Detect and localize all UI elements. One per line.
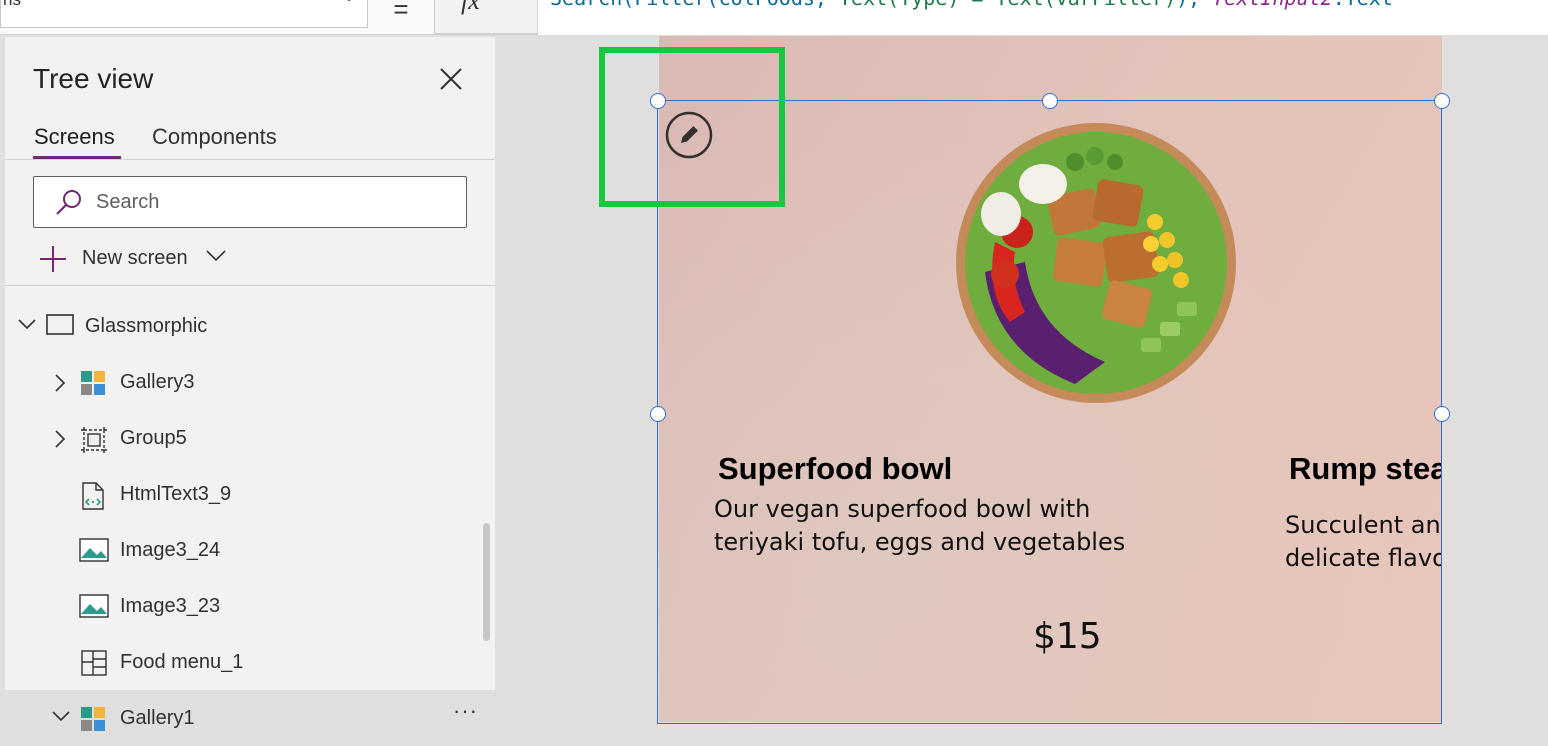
chevron-down-icon	[206, 250, 226, 262]
item-title: Rump steak	[1289, 451, 1442, 486]
fx-icon: fx	[461, 0, 480, 15]
formula-part: .Text	[1333, 0, 1393, 10]
close-icon	[440, 68, 462, 90]
resize-handle[interactable]	[1434, 93, 1450, 109]
resize-handle[interactable]	[1042, 93, 1058, 109]
tree-item-food-menu-1[interactable]: Food menu_1	[5, 634, 495, 690]
resize-handle[interactable]	[650, 406, 666, 422]
formula-part: Search(Filter(colFoods,	[550, 0, 839, 10]
superfood-bowl-image	[956, 123, 1236, 403]
tree-item-image3-24[interactable]: Image3_24	[5, 522, 495, 578]
tree-item-image3-23[interactable]: Image3_23	[5, 578, 495, 634]
tree-item-label: Glassmorphic	[85, 315, 208, 337]
tree-item-label: Group5	[120, 427, 187, 449]
chevron-down-icon: ⌄	[343, 0, 355, 5]
resize-handle[interactable]	[1434, 406, 1450, 422]
resize-handle[interactable]	[650, 93, 666, 109]
tab-bar: Screens Components	[5, 122, 495, 160]
panel-title: Tree view	[33, 63, 154, 94]
formula-part: Text(Type) = Text(varFilter)	[839, 0, 1176, 10]
tree-item-label: HtmlText3_9	[120, 483, 232, 505]
property-dropdown[interactable]: ns ⌄	[0, 0, 368, 28]
more-options-button[interactable]: ···	[453, 698, 478, 724]
new-screen-label: New screen	[82, 247, 188, 269]
formula-input[interactable]: Search(Filter(colFoods, Text(Type) = Tex…	[538, 0, 1548, 35]
chevron-down-icon: ⌄	[501, 0, 511, 2]
item-description: Succulent and delicate flavour	[1285, 511, 1442, 572]
edit-pencil-icon[interactable]	[665, 111, 713, 159]
formula-bar: ns ⌄ = fx ⌄ Search(Filter(colFoods, Text…	[0, 0, 1548, 35]
tree-item-label: Food menu_1	[120, 651, 244, 673]
tree-item-label: Image3_24	[120, 539, 221, 561]
image-icon	[79, 594, 109, 618]
app-screen: Superfood bowl Our vegan superfood bowl …	[659, 36, 1442, 722]
item-title: Superfood bowl	[718, 451, 953, 486]
design-canvas: Superfood bowl Our vegan superfood bowl …	[495, 36, 1548, 742]
item-description: Our vegan superfood bowl with teriyaki t…	[714, 495, 1126, 556]
formula-text: Search(Filter(colFoods, Text(Type) = Tex…	[550, 0, 1393, 10]
close-button[interactable]	[437, 65, 465, 93]
chevron-down-icon[interactable]	[17, 317, 37, 331]
chevron-right-icon[interactable]	[53, 429, 67, 449]
tree-item-label: Image3_23	[120, 595, 221, 617]
gallery-icon	[81, 707, 105, 731]
formula-part: TextInput2	[1212, 0, 1332, 10]
scrollbar[interactable]	[483, 523, 490, 641]
group-icon	[81, 427, 107, 453]
tree-item-glassmorphic[interactable]: Glassmorphic	[5, 298, 495, 354]
property-value: ns	[3, 0, 21, 10]
chevron-right-icon[interactable]	[53, 373, 67, 393]
image-icon	[79, 538, 109, 562]
gallery-icon	[81, 371, 105, 395]
search-icon	[56, 190, 81, 215]
new-screen-button[interactable]: New screen	[39, 241, 239, 277]
tree-item-label: Gallery1	[120, 707, 195, 729]
tree-item-htmltext3-9[interactable]: HtmlText3_9	[5, 466, 495, 522]
divider	[5, 285, 495, 286]
tree-view-panel: Tree view Screens Components New screen …	[5, 37, 495, 746]
htmltext-icon	[82, 482, 104, 510]
tree-item-label: Gallery3	[120, 371, 195, 393]
tree-item-gallery1[interactable]: Gallery1 ···	[5, 690, 495, 746]
chevron-down-icon[interactable]	[51, 709, 71, 723]
search-box	[33, 176, 467, 228]
tab-screens[interactable]: Screens	[34, 124, 115, 150]
search-input[interactable]	[96, 187, 456, 217]
equals-sign: =	[393, 0, 409, 24]
screen-icon	[46, 314, 74, 335]
formula-part: ),	[1176, 0, 1212, 10]
tab-components[interactable]: Components	[152, 124, 277, 150]
tree-item-group5[interactable]: Group5	[5, 410, 495, 466]
plus-icon	[40, 246, 66, 272]
layout-icon	[81, 650, 107, 676]
active-tab-indicator	[33, 156, 121, 159]
item-price: $15	[1033, 616, 1102, 657]
tree-item-gallery3[interactable]: Gallery3	[5, 354, 495, 410]
fx-button[interactable]: fx ⌄	[434, 0, 538, 34]
